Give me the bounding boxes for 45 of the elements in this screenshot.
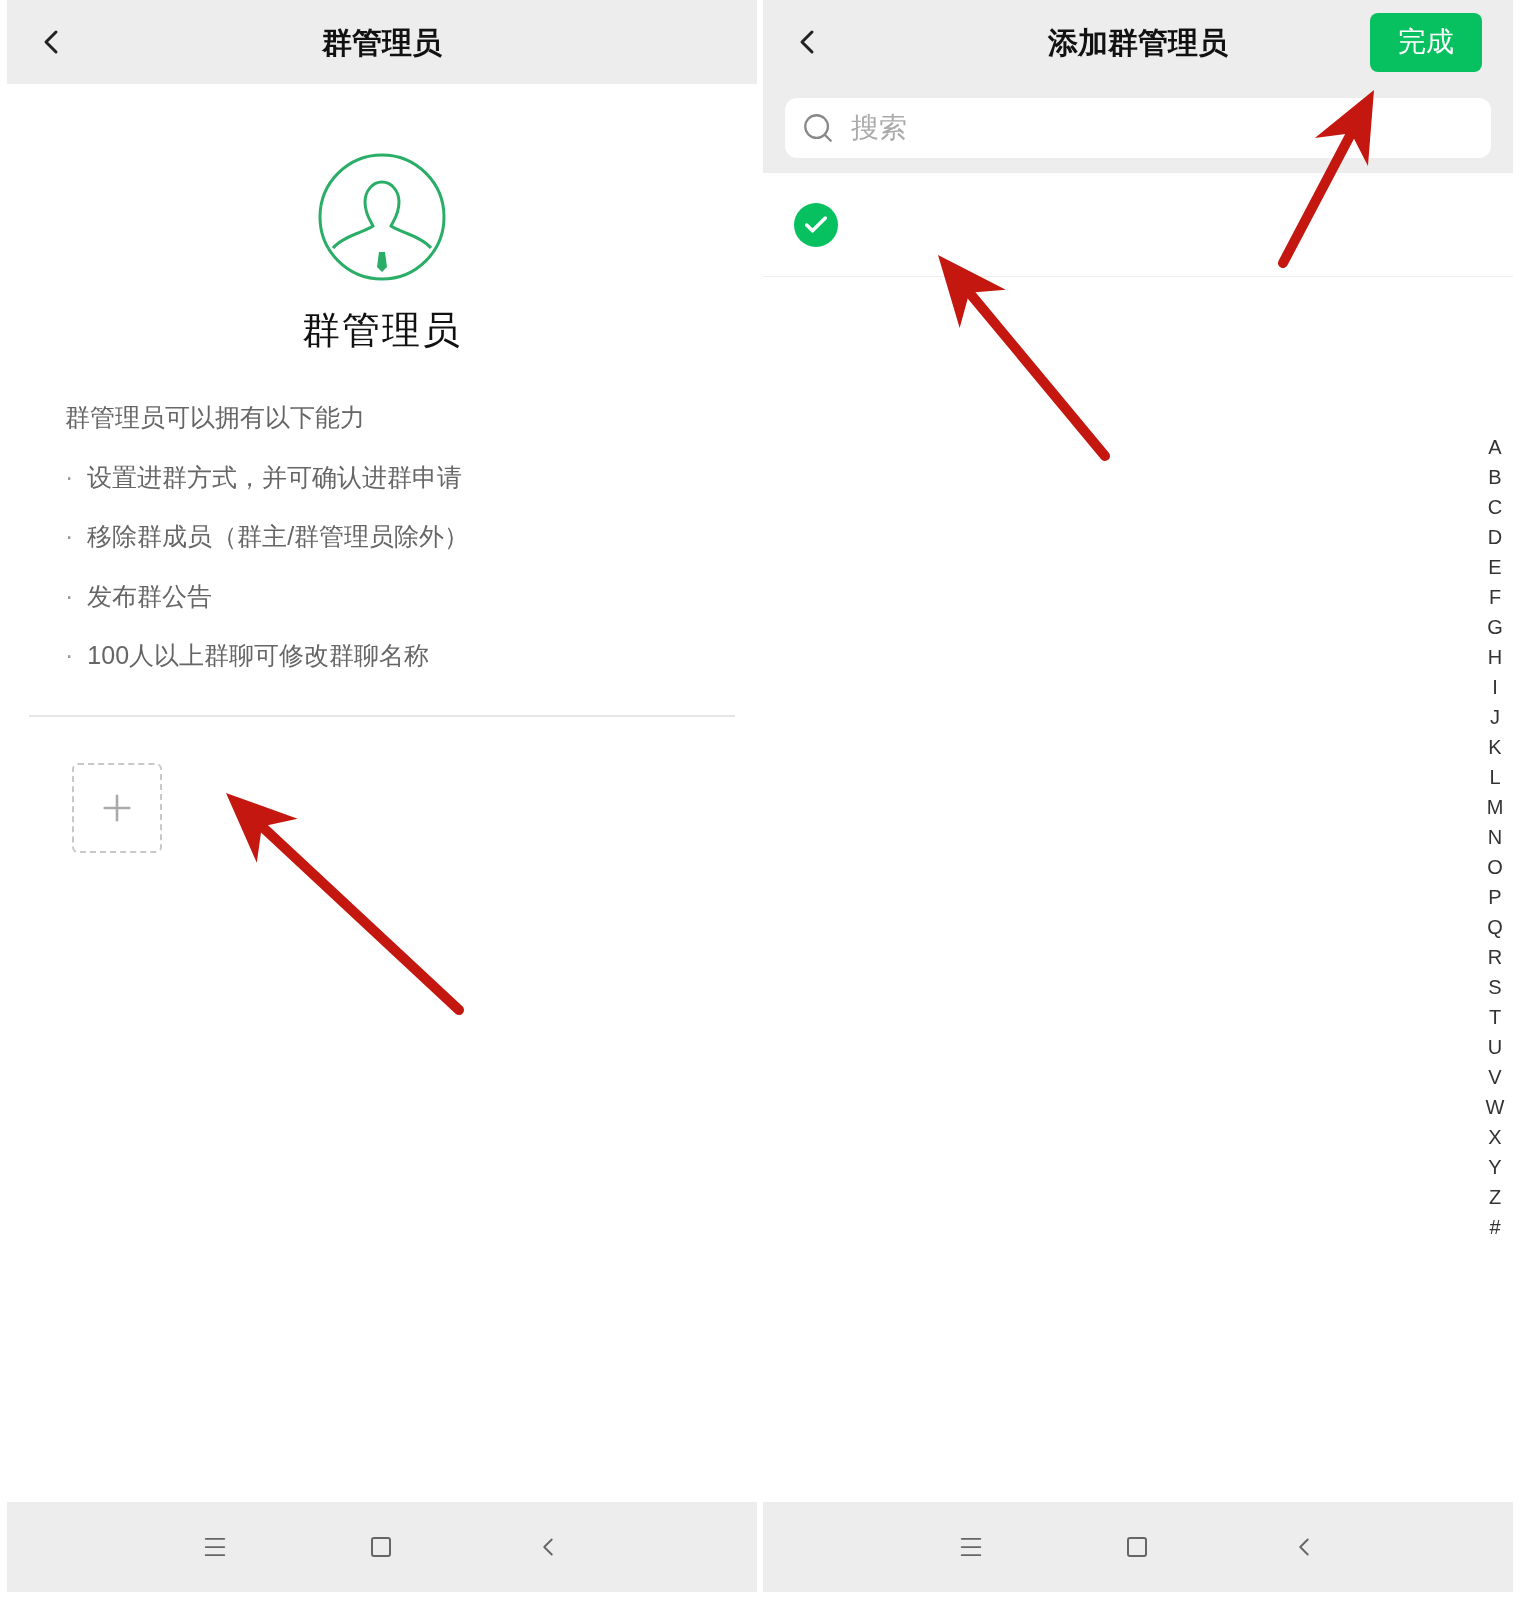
- home-icon[interactable]: [1125, 1535, 1149, 1559]
- admin-avatar-icon: [317, 152, 447, 282]
- ability-text: 发布群公告: [87, 580, 213, 612]
- search-icon: [801, 111, 835, 145]
- ability-text: 设置进群方式，并可确认进群申请: [87, 461, 463, 493]
- index-letter[interactable]: Y: [1488, 1155, 1502, 1179]
- index-letter[interactable]: J: [1490, 705, 1500, 729]
- index-letter[interactable]: W: [1485, 1095, 1505, 1119]
- bullet: ·: [65, 640, 74, 671]
- index-letter[interactable]: N: [1487, 825, 1503, 849]
- index-letter[interactable]: S: [1488, 975, 1502, 999]
- index-letter[interactable]: Q: [1487, 915, 1503, 939]
- index-letter[interactable]: O: [1487, 855, 1503, 879]
- index-letter[interactable]: K: [1488, 735, 1502, 759]
- intro-text: 群管理员可以拥有以下能力: [65, 402, 366, 433]
- checked-icon[interactable]: [794, 202, 838, 247]
- index-letter[interactable]: B: [1488, 465, 1502, 489]
- index-letter[interactable]: V: [1488, 1065, 1502, 1089]
- index-letter[interactable]: D: [1487, 525, 1503, 549]
- index-letter[interactable]: F: [1488, 585, 1502, 609]
- index-letter[interactable]: Z: [1488, 1185, 1502, 1209]
- page-title: 群管理员: [322, 24, 442, 61]
- index-letter[interactable]: #: [1489, 1215, 1501, 1239]
- index-letter[interactable]: T: [1488, 1005, 1502, 1029]
- hero-title: 群管理员: [302, 308, 462, 353]
- ability-text: 移除群成员（群主/群管理员除外）: [87, 521, 470, 552]
- bullet: ·: [65, 580, 74, 612]
- index-letter[interactable]: H: [1487, 645, 1503, 669]
- index-letter[interactable]: M: [1486, 795, 1504, 819]
- bullet: ·: [65, 461, 74, 493]
- index-letter[interactable]: I: [1492, 675, 1498, 699]
- search-field[interactable]: 搜索: [785, 98, 1491, 158]
- index-letter[interactable]: R: [1487, 945, 1503, 969]
- ability-text: 100人以上群聊可修改群聊名称: [87, 640, 430, 671]
- index-letter[interactable]: C: [1487, 495, 1503, 519]
- bullet: ·: [65, 521, 74, 552]
- index-letter[interactable]: A: [1488, 435, 1502, 459]
- index-letter[interactable]: U: [1487, 1035, 1503, 1059]
- page-title: 添加群管理员: [1048, 24, 1228, 61]
- index-letter[interactable]: X: [1488, 1125, 1502, 1149]
- index-letter[interactable]: P: [1488, 885, 1502, 909]
- index-letter[interactable]: G: [1487, 615, 1503, 639]
- index-letter[interactable]: E: [1488, 555, 1502, 579]
- index-letter[interactable]: L: [1489, 765, 1501, 789]
- home-icon[interactable]: [369, 1535, 393, 1559]
